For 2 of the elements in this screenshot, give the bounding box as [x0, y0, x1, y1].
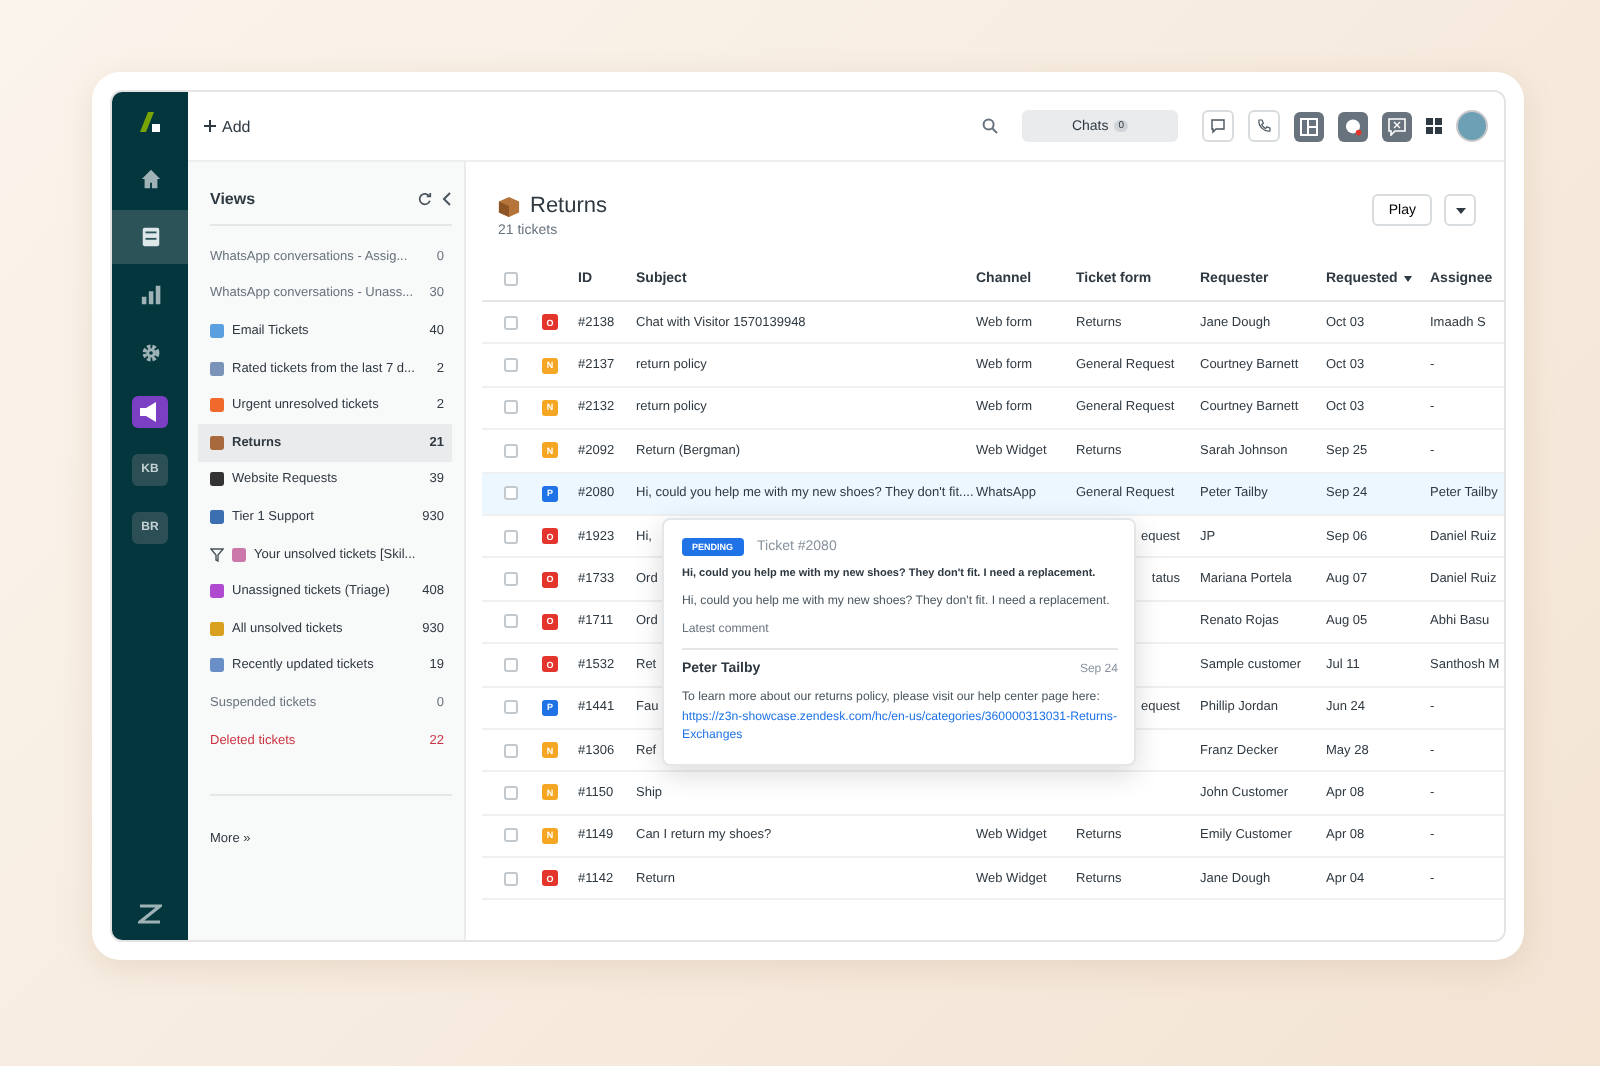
view-title: Returns [530, 194, 608, 218]
views-title: Views [210, 190, 256, 208]
